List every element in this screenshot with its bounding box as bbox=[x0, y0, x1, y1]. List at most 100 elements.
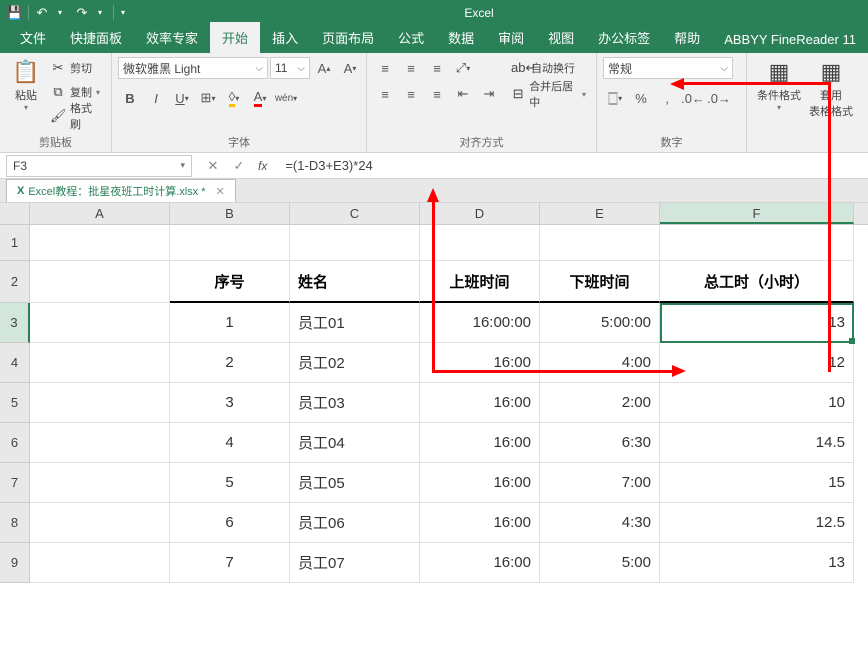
merge-center-button[interactable]: ⊟合并后居中 ▾ bbox=[507, 83, 590, 105]
tab-file[interactable]: 文件 bbox=[8, 22, 58, 53]
cell[interactable] bbox=[420, 225, 540, 261]
increase-font-icon[interactable]: A▴ bbox=[312, 57, 336, 79]
col-header-A[interactable]: A bbox=[30, 203, 170, 224]
tab-review[interactable]: 审阅 bbox=[486, 22, 536, 53]
enter-formula-icon[interactable]: ✓ bbox=[228, 158, 250, 174]
cell[interactable]: 下班时间 bbox=[540, 261, 660, 303]
cells-area[interactable]: 序号 姓名 上班时间 下班时间 总工时（小时） 1 员工01 16:00:00 … bbox=[30, 225, 854, 583]
cell[interactable]: 总工时（小时） bbox=[660, 261, 854, 303]
conditional-formatting-button[interactable]: ▦ 条件格式 ▾ bbox=[753, 57, 805, 114]
align-center-icon[interactable]: ≡ bbox=[399, 83, 423, 105]
cell[interactable]: 姓名 bbox=[290, 261, 420, 303]
fx-icon[interactable]: fx bbox=[258, 159, 267, 173]
cell[interactable]: 14.5 bbox=[660, 423, 854, 463]
tab-view[interactable]: 视图 bbox=[536, 22, 586, 53]
col-header-D[interactable]: D bbox=[420, 203, 540, 224]
border-button[interactable]: ⊞▾ bbox=[196, 87, 220, 109]
cell[interactable] bbox=[30, 503, 170, 543]
cell[interactable]: 16:00 bbox=[420, 543, 540, 583]
cell[interactable]: 16:00:00 bbox=[420, 303, 540, 343]
number-format-select[interactable]: 常规 bbox=[603, 57, 733, 79]
decrease-indent-icon[interactable]: ⇤ bbox=[451, 83, 475, 105]
cell[interactable]: 7 bbox=[170, 543, 290, 583]
name-box[interactable]: F3 bbox=[6, 155, 192, 177]
increase-decimal-button[interactable]: .0← bbox=[681, 87, 705, 109]
percent-button[interactable]: % bbox=[629, 87, 653, 109]
cell[interactable]: 员工05 bbox=[290, 463, 420, 503]
cell[interactable]: 5 bbox=[170, 463, 290, 503]
cell[interactable] bbox=[30, 463, 170, 503]
col-header-C[interactable]: C bbox=[290, 203, 420, 224]
cell[interactable] bbox=[30, 343, 170, 383]
tab-help[interactable]: 帮助 bbox=[662, 22, 712, 53]
font-color-button[interactable]: A▾ bbox=[248, 87, 272, 109]
paste-button[interactable]: 📋 粘贴 ▾ bbox=[6, 57, 46, 114]
cell[interactable]: 3 bbox=[170, 383, 290, 423]
cell[interactable] bbox=[30, 261, 170, 303]
row-header-6[interactable]: 6 bbox=[0, 423, 30, 463]
cell[interactable]: 6 bbox=[170, 503, 290, 543]
accounting-format-button[interactable]: 🀆▾ bbox=[603, 87, 627, 109]
cell[interactable]: 2 bbox=[170, 343, 290, 383]
decrease-font-icon[interactable]: A▾ bbox=[338, 57, 362, 79]
increase-indent-icon[interactable]: ⇥ bbox=[477, 83, 501, 105]
tab-efficiency[interactable]: 效率专家 bbox=[134, 22, 210, 53]
tab-officetabs[interactable]: 办公标签 bbox=[586, 22, 662, 53]
align-top-icon[interactable]: ≡ bbox=[373, 57, 397, 79]
cell[interactable]: 16:00 bbox=[420, 383, 540, 423]
cell[interactable]: 员工04 bbox=[290, 423, 420, 463]
cell[interactable]: 4:30 bbox=[540, 503, 660, 543]
format-painter-button[interactable]: 🖌格式刷 bbox=[46, 105, 105, 127]
cell[interactable] bbox=[290, 225, 420, 261]
cell[interactable] bbox=[660, 225, 854, 261]
tab-pagelayout[interactable]: 页面布局 bbox=[310, 22, 386, 53]
cell[interactable]: 5:00:00 bbox=[540, 303, 660, 343]
formula-input[interactable]: =(1-D3+E3)*24 bbox=[277, 158, 868, 173]
cell[interactable]: 4 bbox=[170, 423, 290, 463]
cell[interactable] bbox=[170, 225, 290, 261]
cell[interactable] bbox=[30, 383, 170, 423]
align-right-icon[interactable]: ≡ bbox=[425, 83, 449, 105]
col-header-E[interactable]: E bbox=[540, 203, 660, 224]
cell[interactable]: 6:30 bbox=[540, 423, 660, 463]
cell[interactable]: 13 bbox=[660, 543, 854, 583]
cell[interactable]: 1 bbox=[170, 303, 290, 343]
col-header-F[interactable]: F bbox=[660, 203, 854, 224]
cell[interactable]: 5:00 bbox=[540, 543, 660, 583]
wrap-text-button[interactable]: ab↵自动换行 bbox=[507, 57, 590, 79]
align-left-icon[interactable]: ≡ bbox=[373, 83, 397, 105]
row-header-2[interactable]: 2 bbox=[0, 261, 30, 303]
cell[interactable]: 16:00 bbox=[420, 503, 540, 543]
redo-dropdown-icon[interactable]: ▾ bbox=[89, 2, 111, 24]
save-icon[interactable]: 💾 bbox=[4, 2, 26, 24]
cell[interactable] bbox=[30, 423, 170, 463]
cell[interactable]: 员工02 bbox=[290, 343, 420, 383]
row-header-8[interactable]: 8 bbox=[0, 503, 30, 543]
cell[interactable]: 16:00 bbox=[420, 423, 540, 463]
cancel-formula-icon[interactable]: ✕ bbox=[202, 158, 224, 174]
cell[interactable]: 2:00 bbox=[540, 383, 660, 423]
align-middle-icon[interactable]: ≡ bbox=[399, 57, 423, 79]
orientation-button[interactable]: ⤢▾ bbox=[451, 57, 475, 79]
qat-customize-icon[interactable]: ▾ bbox=[112, 2, 134, 24]
cell[interactable]: 12.5 bbox=[660, 503, 854, 543]
close-icon[interactable]: ✕ bbox=[216, 185, 225, 198]
comma-button[interactable]: , bbox=[655, 87, 679, 109]
row-header-4[interactable]: 4 bbox=[0, 343, 30, 383]
cell[interactable]: 4:00 bbox=[540, 343, 660, 383]
cell[interactable]: 员工01 bbox=[290, 303, 420, 343]
undo-dropdown-icon[interactable]: ▾ bbox=[49, 2, 71, 24]
font-size-select[interactable]: 11 bbox=[270, 57, 310, 79]
select-all-corner[interactable] bbox=[0, 203, 30, 224]
tab-formulas[interactable]: 公式 bbox=[386, 22, 436, 53]
col-header-B[interactable]: B bbox=[170, 203, 290, 224]
row-header-5[interactable]: 5 bbox=[0, 383, 30, 423]
cell[interactable]: 员工07 bbox=[290, 543, 420, 583]
cell[interactable]: 员工03 bbox=[290, 383, 420, 423]
cell[interactable]: 15 bbox=[660, 463, 854, 503]
cell[interactable]: 序号 bbox=[170, 261, 290, 303]
tab-quickpanel[interactable]: 快捷面板 bbox=[58, 22, 134, 53]
cell[interactable]: 10 bbox=[660, 383, 854, 423]
cell[interactable]: 13 bbox=[660, 303, 854, 343]
cell[interactable] bbox=[30, 303, 170, 343]
